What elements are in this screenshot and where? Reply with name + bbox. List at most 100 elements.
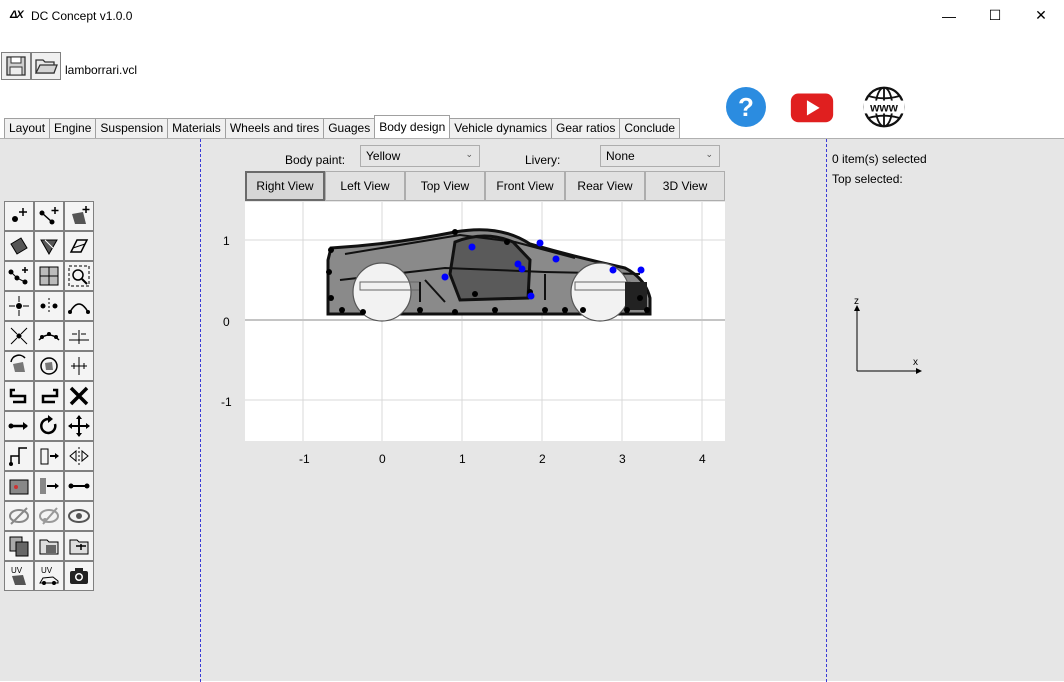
rotate-all-icon [40,357,58,375]
smooth-curve-tool[interactable] [34,321,64,351]
fill-quad-tool[interactable] [4,231,34,261]
screenshot-tool[interactable] [64,561,94,591]
rotate-face-icon [10,354,26,372]
right-view-button[interactable]: Right View [245,171,325,201]
delete-tool[interactable] [64,381,94,411]
tab-strip: Layout Engine Suspension Materials Wheels an… [4,115,681,138]
svg-text:UV: UV [11,566,23,575]
body-paint-value: Yellow [366,149,401,163]
mirror-icon [69,447,89,465]
youtube-icon[interactable] [790,85,834,129]
layer-tool[interactable] [4,471,34,501]
undo-tool[interactable] [4,381,34,411]
3d-view-button[interactable]: 3D View [645,171,725,201]
redo-tool[interactable] [34,381,64,411]
left-view-button[interactable]: Left View [325,171,405,201]
hide-selected-tool[interactable] [34,501,64,531]
tab-wheels-and-tires[interactable]: Wheels and tires [224,118,325,138]
livery-select[interactable]: None ⌄ [600,145,720,167]
rear-view-button[interactable]: Rear View [565,171,645,201]
fill-quad-icon [10,237,28,255]
screenshot-icon [70,568,88,584]
flip-tool[interactable] [34,441,64,471]
tab-materials[interactable]: Materials [167,118,226,138]
move-x-tool[interactable] [4,411,34,441]
uv-face-tool[interactable]: UV [4,561,34,591]
zoom-select-tool[interactable] [64,261,94,291]
collapse-tool[interactable] [4,321,34,351]
view-buttons: Right View Left View Top View Front View Rea… [245,171,725,201]
add-point-tool[interactable] [4,201,34,231]
design-viewport[interactable] [245,202,725,441]
stretch-tool[interactable] [34,471,64,501]
tab-layout[interactable]: Layout [4,118,51,138]
extrude-tool[interactable] [4,441,34,471]
mirror-edge-icon [69,330,89,344]
body-paint-label: Body paint: [285,153,346,167]
close-button[interactable]: ✕ [1018,0,1064,31]
y-tick: -1 [221,395,232,409]
body-paint-select[interactable]: Yellow ⌄ [360,145,480,167]
fill-tri-tool[interactable] [34,231,64,261]
livery-value: None [606,149,635,163]
flip-icon [40,448,59,465]
open-button[interactable] [31,52,61,80]
split-points-tool[interactable] [34,291,64,321]
tab-engine[interactable]: Engine [49,118,97,138]
save-button[interactable] [1,52,31,80]
curve-tool[interactable] [64,291,94,321]
body-design-panel: UV UV Body paint: Yellow ⌄ Livery: None ⌄… [0,138,1064,682]
rotate-all-tool[interactable] [34,351,64,381]
add-face-tool[interactable] [64,201,94,231]
top-view-button[interactable]: Top View [405,171,485,201]
y-tick: 0 [223,315,230,329]
hide-tool[interactable] [4,501,34,531]
edit-face-icon [69,239,89,253]
copy-layer-tool[interactable] [4,531,34,561]
right-splitter[interactable] [826,139,827,682]
maximize-button[interactable]: ☐ [972,0,1018,31]
website-icon[interactable]: www [862,85,906,129]
help-icon[interactable]: ? [724,85,768,129]
duplicate-tool[interactable] [64,531,94,561]
mirror-tool[interactable] [64,441,94,471]
front-view-button[interactable]: Front View [485,171,565,201]
show-tool[interactable] [64,501,94,531]
uv-car-icon: UV [39,566,59,585]
duplicate-icon [69,539,89,555]
redo-icon [41,388,59,404]
align-icon [71,357,87,375]
grid-tool[interactable] [34,261,64,291]
tab-body-design[interactable]: Body design [374,115,451,138]
uv-car-tool[interactable]: UV [34,561,64,591]
move-all-tool[interactable] [64,411,94,441]
mirror-edge-tool[interactable] [64,321,94,351]
paste-layer-tool[interactable] [34,531,64,561]
connect-points-tool[interactable] [4,261,34,291]
x-tick: 3 [619,452,626,466]
hide-icon [9,507,29,525]
tab-conclude[interactable]: Conclude [619,118,681,138]
add-segment-icon [39,207,59,225]
merge-points-tool[interactable] [4,291,34,321]
connect-points-icon [8,267,28,285]
tab-suspension[interactable]: Suspension [95,118,169,138]
edit-face-tool[interactable] [64,231,94,261]
add-segment-tool[interactable] [34,201,64,231]
y-tick: 1 [223,234,230,248]
tab-gear-ratios[interactable]: Gear ratios [550,118,621,138]
x-tick: 0 [379,452,386,466]
left-splitter[interactable] [200,139,201,682]
add-face-icon [72,206,90,224]
tab-vehicle-dynamics[interactable]: Vehicle dynamics [449,118,552,138]
x-tick: -1 [299,452,310,466]
rotate-face-tool[interactable] [4,351,34,381]
rotate-tool[interactable] [34,411,64,441]
tab-guages[interactable]: Guages [323,118,376,138]
align-tool[interactable] [64,351,94,381]
minimize-button[interactable]: — [926,0,972,31]
help-glyph: ? [738,92,754,122]
move-line-tool[interactable] [64,471,94,501]
layer-icon [9,479,29,495]
svg-text:UV: UV [41,566,53,575]
